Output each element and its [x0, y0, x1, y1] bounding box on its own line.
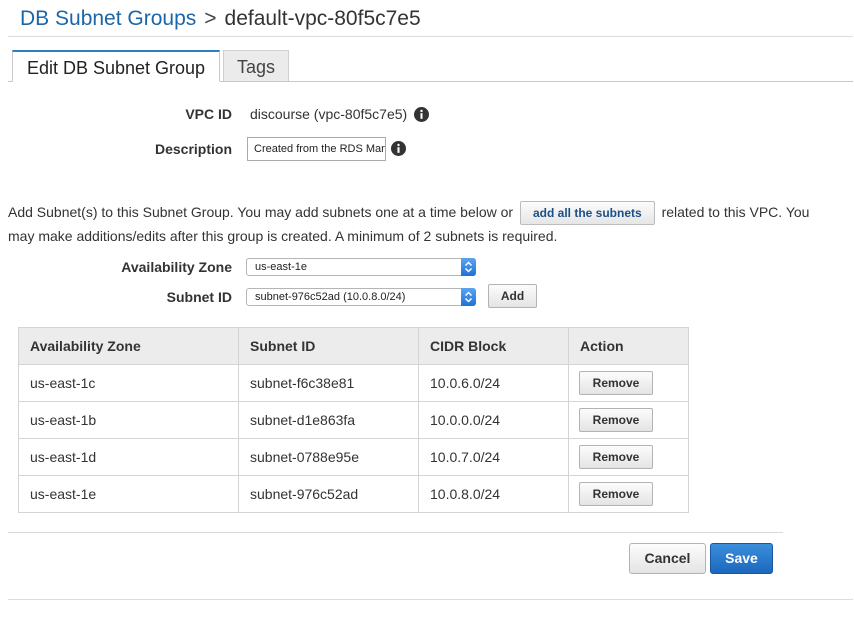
cell-zone: us-east-1e	[18, 475, 239, 513]
add-subnet-button[interactable]: Add	[488, 284, 537, 308]
table-row: us-east-1d subnet-0788e95e 10.0.7.0/24 R…	[18, 438, 689, 476]
subnet-id-selected: subnet-976c52ad (10.0.8.0/24)	[255, 291, 406, 303]
cell-cidr: 10.0.7.0/24	[418, 438, 569, 476]
add-all-subnets-button[interactable]: add all the subnets	[519, 201, 655, 225]
cell-subnet: subnet-0788e95e	[238, 438, 419, 476]
table-header-row: Availability Zone Subnet ID CIDR Block A…	[18, 327, 689, 365]
availability-zone-selected: us-east-1e	[255, 261, 307, 273]
vpc-id-info-icon[interactable]	[414, 107, 429, 122]
footer-divider	[8, 532, 783, 533]
remove-button[interactable]: Remove	[579, 408, 653, 432]
breadcrumb: DB Subnet Groups > default-vpc-80f5c7e5	[20, 6, 421, 32]
remove-button[interactable]: Remove	[579, 371, 653, 395]
availability-zone-select-arrows-icon	[461, 258, 476, 276]
header-divider	[8, 36, 853, 37]
remove-button[interactable]: Remove	[579, 445, 653, 469]
subnets-intro-before: Add Subnet(s) to this Subnet Group. You …	[8, 204, 514, 220]
description-input-value: Created from the RDS Management Console	[254, 143, 385, 155]
cell-action: Remove	[568, 364, 689, 402]
breadcrumb-db-subnet-groups-link[interactable]: DB Subnet Groups	[20, 7, 196, 30]
tab-tags[interactable]: Tags	[223, 50, 289, 81]
cell-action: Remove	[568, 401, 689, 439]
availability-zone-label: Availability Zone	[121, 259, 232, 275]
subnet-id-select[interactable]: subnet-976c52ad (10.0.8.0/24)	[246, 288, 476, 306]
cell-cidr: 10.0.8.0/24	[418, 475, 569, 513]
header-availability-zone: Availability Zone	[18, 327, 239, 365]
subnet-id-select-arrows-icon	[461, 288, 476, 306]
availability-zone-select[interactable]: us-east-1e	[246, 258, 476, 276]
description-label: Description	[154, 141, 232, 157]
vpc-id-value: discourse (vpc-80f5c7e5)	[250, 106, 408, 122]
cell-action: Remove	[568, 438, 689, 476]
description-info-icon[interactable]	[391, 141, 406, 156]
cell-subnet: subnet-976c52ad	[238, 475, 419, 513]
header-subnet-id: Subnet ID	[238, 327, 419, 365]
subnet-id-label: Subnet ID	[166, 289, 232, 305]
cell-cidr: 10.0.0.0/24	[418, 401, 569, 439]
vpc-id-label: VPC ID	[185, 106, 232, 122]
remove-button[interactable]: Remove	[579, 482, 653, 506]
cell-zone: us-east-1d	[18, 438, 239, 476]
page-title: default-vpc-80f5c7e5	[224, 7, 421, 30]
breadcrumb-separator: >	[204, 7, 217, 30]
cell-zone: us-east-1c	[18, 364, 239, 402]
tab-edit-db-subnet-group[interactable]: Edit DB Subnet Group	[12, 50, 220, 82]
cell-subnet: subnet-f6c38e81	[238, 364, 419, 402]
cell-zone: us-east-1b	[18, 401, 239, 439]
save-button[interactable]: Save	[710, 543, 773, 574]
header-cidr-block: CIDR Block	[418, 327, 569, 365]
table-row: us-east-1b subnet-d1e863fa 10.0.0.0/24 R…	[18, 401, 689, 439]
header-action: Action	[568, 327, 689, 365]
subnets-table: Availability Zone Subnet ID CIDR Block A…	[18, 327, 689, 513]
cell-subnet: subnet-d1e863fa	[238, 401, 419, 439]
bottom-divider	[8, 599, 853, 600]
description-input[interactable]: Created from the RDS Management Console	[247, 137, 386, 161]
table-row: us-east-1c subnet-f6c38e81 10.0.6.0/24 R…	[18, 364, 689, 402]
cancel-button[interactable]: Cancel	[629, 543, 706, 574]
cell-cidr: 10.0.6.0/24	[418, 364, 569, 402]
subnets-intro-text: Add Subnet(s) to this Subnet Group. You …	[8, 201, 838, 247]
table-row: us-east-1e subnet-976c52ad 10.0.8.0/24 R…	[18, 475, 689, 513]
cell-action: Remove	[568, 475, 689, 513]
